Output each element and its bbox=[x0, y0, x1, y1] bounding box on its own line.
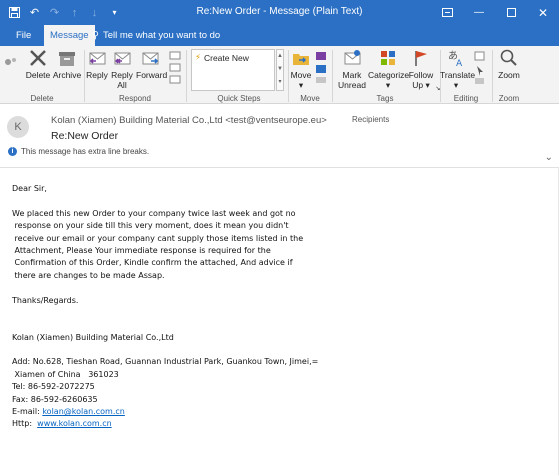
ribbon-display-options-icon[interactable] bbox=[431, 0, 463, 25]
forward-button[interactable]: Forward bbox=[136, 48, 167, 80]
archive-button[interactable]: Archive bbox=[52, 48, 82, 80]
move-folder-icon bbox=[293, 54, 309, 65]
email-link[interactable]: kolan@kolan.com.cn bbox=[42, 407, 125, 416]
forward-icon bbox=[142, 52, 159, 65]
close-icon[interactable]: ✕ bbox=[527, 0, 559, 25]
quick-steps-gallery: ⚡ Create New bbox=[191, 49, 275, 91]
group-label-quick-steps: Quick Steps bbox=[217, 94, 261, 103]
mark-unread-button[interactable]: Mark Unread bbox=[336, 48, 368, 90]
body-paragraph-line: receive our email or your company cant s… bbox=[12, 233, 304, 243]
more-move-button[interactable] bbox=[314, 50, 328, 88]
email-label: E-mail: bbox=[12, 407, 43, 417]
svg-text:A: A bbox=[456, 59, 463, 68]
follow-up-dropdown-icon: ▾ bbox=[425, 80, 430, 90]
avatar[interactable]: K bbox=[7, 116, 29, 138]
minimize-icon[interactable]: — bbox=[463, 0, 495, 25]
lightbulb-icon: ⚲ bbox=[92, 30, 99, 41]
message-header: K Kolan (Xiamen) Building Material Co.,L… bbox=[0, 105, 559, 165]
ribbon-tabs: File Message ⚲ Tell me what you want to d… bbox=[0, 25, 559, 46]
maximize-icon[interactable] bbox=[495, 0, 527, 25]
quick-steps-scrollbar[interactable]: ▲ ▼ ▾ bbox=[276, 49, 284, 91]
ribbon: Delete Archive Delete Reply Reply All For… bbox=[0, 46, 559, 104]
signature-website-line: Http: www.kolan.com.cn bbox=[12, 418, 552, 430]
more-respond-icons bbox=[169, 51, 181, 84]
sender-address[interactable]: Kolan (Xiamen) Building Material Co.,Ltd… bbox=[51, 115, 327, 126]
categorize-button[interactable]: Categorize ▾ bbox=[368, 48, 409, 90]
info-text: This message has extra line breaks. bbox=[21, 147, 150, 156]
body-paragraph-line: response on your side till this very mom… bbox=[12, 221, 289, 231]
signature-email-line: E-mail: kolan@kolan.com.cn bbox=[12, 406, 552, 418]
translate-button[interactable]: あA Translate ▾ bbox=[440, 48, 475, 90]
group-label-zoom: Zoom bbox=[498, 94, 520, 103]
body-paragraph-line: Attachment, Please Your immediate respon… bbox=[12, 245, 271, 255]
body-signoff: Thanks/Regards. bbox=[12, 295, 79, 305]
find-select-icons bbox=[474, 51, 485, 84]
group-label-move: Move bbox=[300, 94, 320, 103]
delete-icon bbox=[30, 50, 46, 66]
header-divider bbox=[0, 167, 559, 168]
flag-icon bbox=[415, 51, 427, 66]
group-label-delete: Delete bbox=[30, 94, 54, 103]
body-paragraph-line: We placed this new Order to your company… bbox=[12, 208, 296, 218]
body-paragraph-line: there are changes to be made Assap. bbox=[12, 270, 165, 280]
recipients-label[interactable]: Recipients bbox=[352, 115, 389, 124]
move-dropdown-icon: ▾ bbox=[298, 80, 304, 90]
info-bar[interactable]: i This message has extra line breaks. bbox=[8, 147, 149, 156]
onenote-rules-icons bbox=[316, 52, 326, 83]
signature-fax: Fax: 86-592-6260635 bbox=[12, 394, 98, 404]
quick-step-create-new[interactable]: ⚡ Create New bbox=[192, 50, 274, 65]
archive-icon bbox=[59, 52, 75, 66]
group-separator bbox=[186, 50, 187, 102]
mark-unread-icon bbox=[344, 50, 361, 65]
signature-address: Add: No.628, Tieshan Road, Guannan Indus… bbox=[12, 357, 319, 367]
ignore-button[interactable] bbox=[2, 48, 20, 72]
categorize-dropdown-icon: ▾ bbox=[385, 80, 391, 90]
signature-address: Xiamen of China 361023 bbox=[12, 369, 119, 379]
reply-all-button[interactable]: Reply All bbox=[110, 48, 134, 90]
group-label-tags: Tags bbox=[376, 94, 394, 103]
translate-dropdown-icon: ▾ bbox=[453, 80, 459, 90]
tab-file[interactable]: File bbox=[10, 25, 37, 46]
more-editing-button[interactable] bbox=[474, 50, 488, 88]
body-greeting: Dear Sir, bbox=[12, 184, 47, 193]
zoom-button[interactable]: Zoom bbox=[494, 48, 524, 80]
message-body: Dear Sir, We placed this new Order to yo… bbox=[12, 183, 552, 431]
tell-me-text: Tell me what you want to do bbox=[102, 30, 221, 41]
window-controls: — ✕ bbox=[431, 0, 559, 25]
group-label-editing: Editing bbox=[453, 94, 479, 103]
group-label-respond: Respond bbox=[118, 94, 152, 103]
translate-icon: あA bbox=[448, 50, 463, 68]
website-link[interactable]: www.kolan.com.cn bbox=[37, 419, 112, 428]
http-label: Http: bbox=[12, 419, 38, 429]
move-button[interactable]: Move ▾ bbox=[290, 48, 312, 90]
delete-button[interactable]: Delete bbox=[24, 48, 52, 80]
ignore-icon bbox=[5, 58, 16, 65]
title-bar: ↶ ↷ ↑ ↓ ▾ Re:New Order - Message (Plain … bbox=[0, 0, 559, 25]
reply-button[interactable]: Reply bbox=[86, 48, 108, 80]
follow-up-button[interactable]: Follow Up ▾ bbox=[408, 48, 434, 90]
tab-message[interactable]: Message bbox=[44, 25, 95, 46]
signature-company: Kolan (Xiamen) Building Material Co.,Ltd bbox=[12, 332, 174, 342]
chevron-down-icon[interactable]: ⌄ bbox=[545, 152, 553, 163]
create-new-icon: ⚡ bbox=[195, 52, 201, 62]
reply-icon bbox=[89, 52, 106, 65]
signature-tel: Tel: 86-592-2072275 bbox=[12, 382, 95, 392]
zoom-icon bbox=[500, 49, 517, 66]
message-subject: Re:New Order bbox=[51, 130, 119, 142]
more-respond-button[interactable] bbox=[168, 50, 182, 88]
reply-all-icon bbox=[114, 52, 131, 65]
body-paragraph-line: Confirmation of this Order, Kindle confi… bbox=[12, 258, 293, 268]
tell-me-box[interactable]: ⚲ Tell me what you want to do bbox=[92, 25, 220, 46]
info-icon: i bbox=[8, 147, 17, 156]
categorize-icon bbox=[381, 51, 395, 65]
